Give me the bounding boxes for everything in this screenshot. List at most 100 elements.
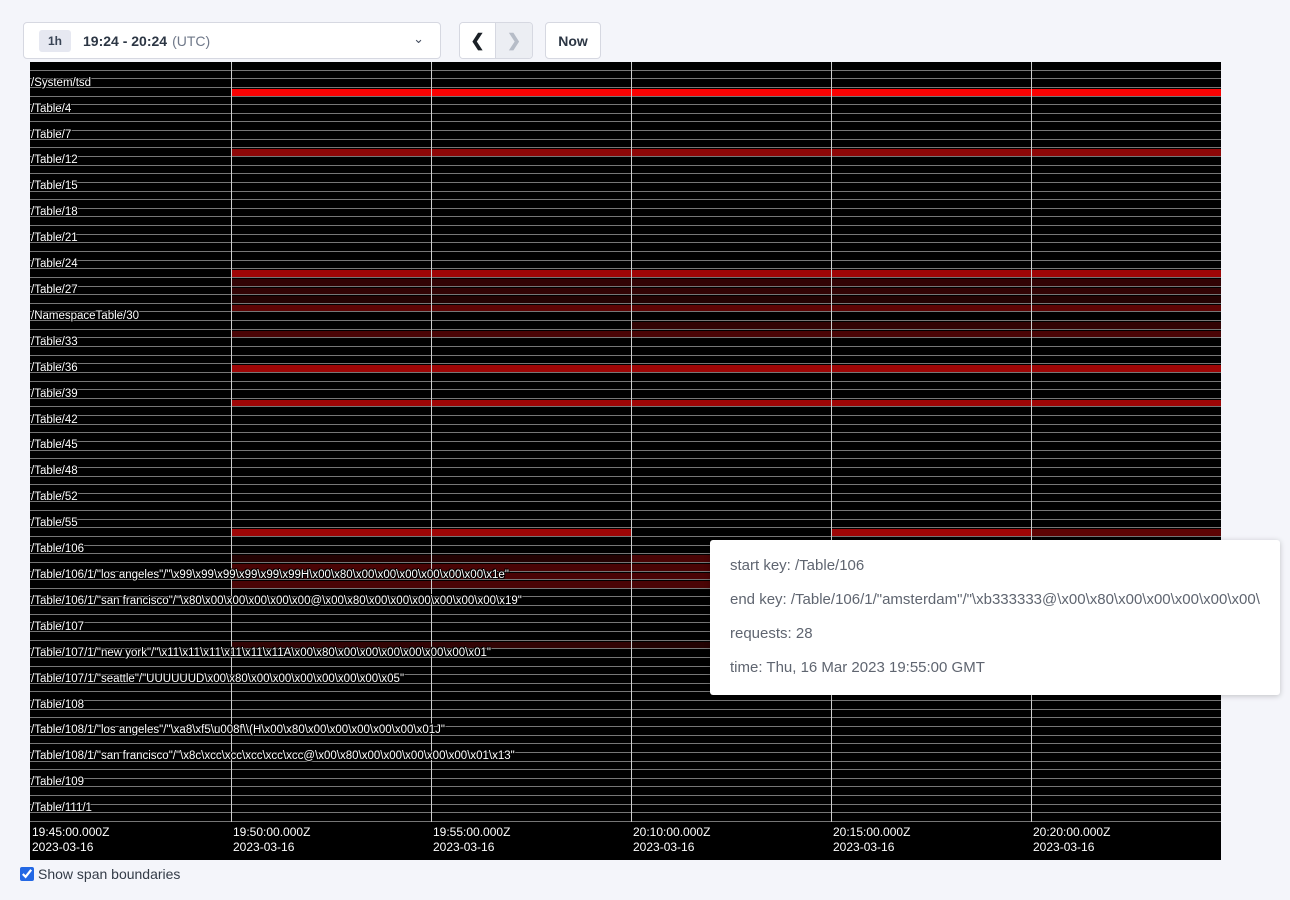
heat-band[interactable] [432,400,631,407]
heat-band[interactable] [632,400,831,407]
row-label: /Table/108/1/"los angeles"/"\xa8\xf5\u00… [31,723,445,737]
heat-band[interactable] [432,365,631,372]
heat-band[interactable] [832,365,1031,372]
heat-band[interactable] [232,288,431,295]
heat-band[interactable] [232,149,431,156]
heat-band[interactable] [1032,149,1221,156]
heat-band[interactable] [432,581,631,588]
heat-band[interactable] [232,365,431,372]
heat-band[interactable] [632,296,831,303]
heat-band[interactable] [232,270,431,277]
heat-band[interactable] [632,270,831,277]
span-row [30,174,1221,183]
heat-band[interactable] [1032,365,1221,372]
heat-band[interactable] [1032,296,1221,303]
span-row [30,477,1221,486]
tooltip-requests: requests: 28 [730,617,1260,651]
heat-band[interactable] [1032,305,1221,312]
heat-band[interactable] [1032,400,1221,407]
heat-band[interactable] [832,322,1031,329]
heat-band[interactable] [432,270,631,277]
heat-band[interactable] [432,288,631,295]
heat-band[interactable] [832,400,1031,407]
heat-band[interactable] [432,89,631,96]
heat-band[interactable] [632,279,831,286]
heat-band[interactable] [632,288,831,295]
span-row [30,200,1221,209]
span-row [30,166,1221,175]
heat-band[interactable] [1032,89,1221,96]
span-row [30,226,1221,235]
prev-time-button[interactable]: ❮ [460,23,496,58]
heat-band[interactable] [432,331,631,338]
heat-band[interactable] [1032,529,1221,536]
heat-band[interactable] [832,296,1031,303]
heat-band[interactable] [632,149,831,156]
span-row [30,209,1221,218]
key-visualizer-page: 1h 19:24 - 20:24 (UTC) ⌄ ❮ ❯ Now /System… [0,0,1290,900]
span-row [30,710,1221,719]
heat-band[interactable] [632,365,831,372]
x-axis-tick-label: 19:55:00.000Z2023-03-16 [433,825,510,855]
span-row [30,787,1221,796]
time-bucket-boundary-line [431,62,432,822]
heat-band[interactable] [232,89,431,96]
heat-band[interactable] [432,279,631,286]
time-bucket-boundary-line [231,62,232,822]
heat-band[interactable] [432,529,631,536]
heat-band[interactable] [232,296,431,303]
heat-band[interactable] [432,149,631,156]
span-row [30,779,1221,788]
span-row [30,356,1221,365]
row-label: /Table/106/1/"san francisco"/"\x80\x00\x… [31,594,522,608]
time-range-picker[interactable]: 1h 19:24 - 20:24 (UTC) ⌄ [23,22,441,59]
span-row [30,520,1221,529]
show-span-boundaries-label[interactable]: Show span boundaries [38,866,180,882]
row-label: /Table/108 [31,698,84,712]
time-bucket-boundary-line [1031,62,1032,822]
now-button[interactable]: Now [545,22,601,59]
heat-band[interactable] [1032,279,1221,286]
heat-band[interactable] [832,331,1031,338]
timezone-text: (UTC) [172,33,210,49]
heat-band[interactable] [832,288,1031,295]
span-row [30,243,1221,252]
heat-band[interactable] [832,149,1031,156]
heat-band[interactable] [1032,331,1221,338]
heat-band[interactable] [432,305,631,312]
heat-band[interactable] [632,305,831,312]
heat-band[interactable] [1032,270,1221,277]
heat-band[interactable] [432,296,631,303]
heat-band[interactable] [1032,322,1221,329]
heat-band[interactable] [632,331,831,338]
heat-band[interactable] [832,89,1031,96]
heat-band[interactable] [232,581,431,588]
heat-band[interactable] [632,322,831,329]
heat-band[interactable] [432,555,631,562]
time-bucket-boundary-line [631,62,632,822]
span-row [30,105,1221,114]
heat-band[interactable] [232,529,431,536]
heat-band[interactable] [232,331,431,338]
heat-band[interactable] [832,529,1031,536]
heat-band[interactable] [232,400,431,407]
heat-band[interactable] [232,279,431,286]
span-row [30,157,1221,166]
span-row [30,71,1221,80]
heat-band[interactable] [232,555,431,562]
span-row [30,770,1221,779]
heat-band[interactable] [1032,288,1221,295]
key-visualizer-heatmap[interactable]: /System/tsd/Table/4/Table/7/Table/12/Tab… [30,62,1221,860]
heat-band[interactable] [832,305,1031,312]
heat-band[interactable] [632,89,831,96]
row-label: /Table/24 [31,257,78,271]
row-label: /Table/55 [31,516,78,530]
heat-band[interactable] [832,270,1031,277]
show-span-boundaries-checkbox[interactable] [20,867,34,881]
span-row [30,382,1221,391]
span-row [30,425,1221,434]
heat-band[interactable] [232,305,431,312]
x-axis-tick-label: 19:45:00.000Z2023-03-16 [32,825,109,855]
heat-band[interactable] [832,279,1031,286]
row-label: /Table/45 [31,438,78,452]
